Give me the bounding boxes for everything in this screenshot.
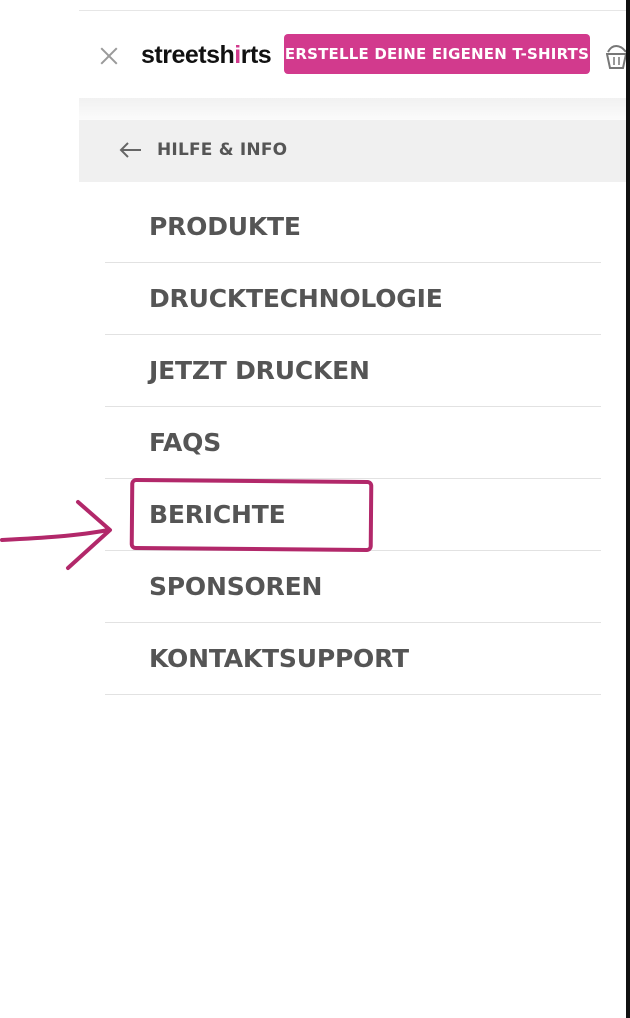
- logo-text-after: rts: [240, 41, 272, 69]
- breadcrumb-back[interactable]: HILFE & INFO: [79, 120, 626, 182]
- logo-text-before: streetsh: [141, 41, 235, 69]
- menu-item-label: JETZT DRUCKEN: [149, 356, 370, 385]
- menu-item-kontaktsupport[interactable]: KONTAKTSUPPORT: [105, 623, 601, 695]
- menu-item-label: DRUCKTECHNOLOGIE: [149, 284, 443, 313]
- annotation-arrow: [0, 500, 112, 570]
- menu-item-faqs[interactable]: FAQS: [105, 407, 601, 479]
- menu-item-jetzt-drucken[interactable]: JETZT DRUCKEN: [105, 335, 601, 407]
- menu-item-label: SPONSOREN: [149, 572, 323, 601]
- top-divider: [79, 10, 626, 11]
- menu-item-sponsoren[interactable]: SPONSOREN: [105, 551, 601, 623]
- header-shadow: [79, 98, 626, 120]
- cart-icon[interactable]: [606, 40, 626, 74]
- close-icon[interactable]: [96, 43, 122, 69]
- back-arrow-icon: [119, 140, 143, 160]
- menu-list: PRODUKTE DRUCKTECHNOLOGIE JETZT DRUCKEN …: [105, 190, 601, 695]
- menu-item-label: PRODUKTE: [149, 211, 301, 241]
- logo[interactable]: streetshirts: [141, 41, 272, 70]
- menu-item-label: FAQS: [149, 428, 222, 457]
- breadcrumb-label: HILFE & INFO: [157, 140, 288, 160]
- header: streetshirts ERSTELLE DEINE EIGENEN T-SH…: [79, 12, 626, 98]
- menu-item-drucktechnologie[interactable]: DRUCKTECHNOLOGIE: [105, 263, 601, 335]
- create-own-shirts-button[interactable]: ERSTELLE DEINE EIGENEN T-SHIRTS: [284, 34, 590, 74]
- annotation-highlight-box: [129, 477, 374, 553]
- menu-item-label: KONTAKTSUPPORT: [149, 644, 409, 673]
- right-edge: [626, 0, 630, 1018]
- menu-item-produkte[interactable]: PRODUKTE: [105, 190, 601, 263]
